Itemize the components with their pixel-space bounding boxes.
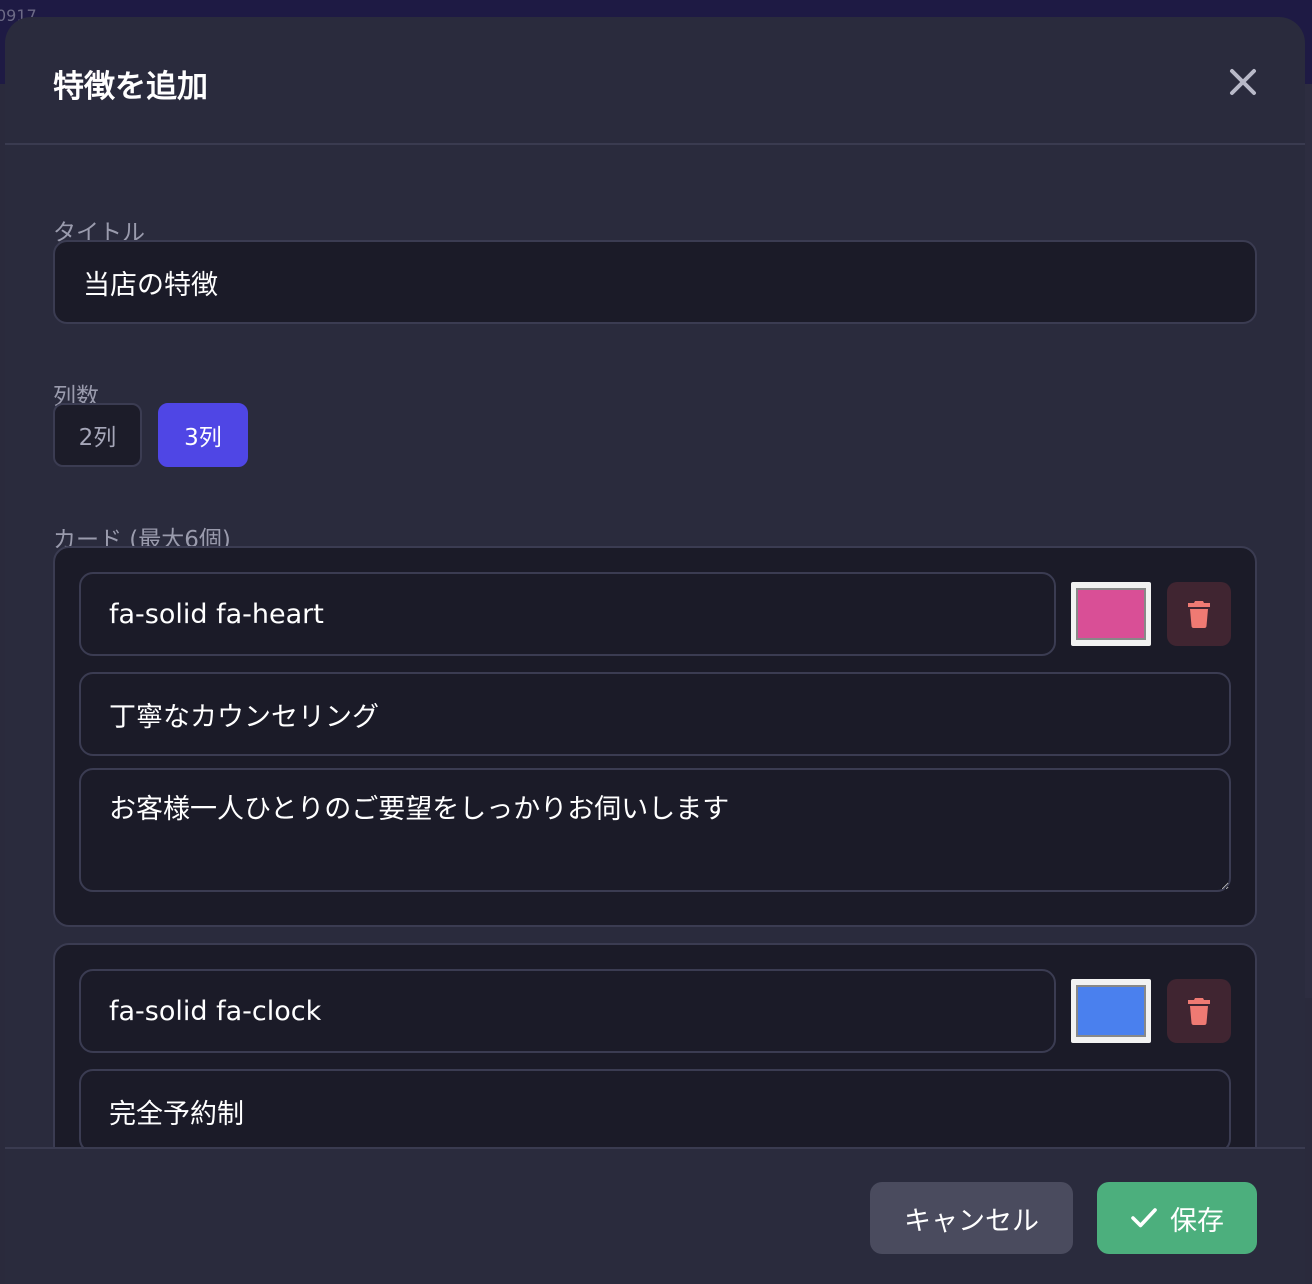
modal-header: 特徴を追加 <box>5 17 1305 145</box>
save-label: 保存 <box>1170 1205 1224 1237</box>
card-title-input[interactable] <box>79 1069 1231 1147</box>
close-button[interactable] <box>1223 62 1263 102</box>
card-description-input[interactable]: お客様一人ひとりのご要望をしっかりお伺いします <box>79 768 1231 892</box>
trash-body <box>1190 1006 1208 1025</box>
modal-footer: キャンセル 保存 <box>5 1147 1305 1284</box>
color-swatch <box>1076 985 1146 1037</box>
check-icon <box>1131 1208 1157 1228</box>
trash-icon <box>1188 998 1210 1025</box>
close-icon <box>1230 69 1256 95</box>
cancel-button[interactable]: キャンセル <box>870 1182 1073 1254</box>
title-input[interactable] <box>53 240 1257 324</box>
delete-card-button[interactable] <box>1167 979 1231 1043</box>
save-button[interactable]: 保存 <box>1097 1182 1257 1254</box>
feature-card: お客様一人ひとりのご要望をしっかりお伺いします <box>53 546 1257 927</box>
columns-option-2[interactable]: 2列 <box>53 403 142 467</box>
trash-lid <box>1188 601 1210 607</box>
trash-body <box>1190 609 1208 628</box>
color-swatch <box>1076 588 1146 640</box>
delete-card-button[interactable] <box>1167 582 1231 646</box>
add-feature-modal: 特徴を追加 タイトル 列数 2列 3列 カード (最大6個) <box>5 17 1305 1284</box>
trash-lid <box>1188 998 1210 1004</box>
backdrop-scrollbar <box>1304 84 1312 998</box>
color-picker[interactable] <box>1071 979 1151 1043</box>
card-title-input[interactable] <box>79 672 1231 756</box>
trash-icon <box>1188 601 1210 628</box>
icon-class-input[interactable] <box>79 572 1056 656</box>
cancel-label: キャンセル <box>904 1205 1039 1237</box>
feature-card <box>53 943 1257 1147</box>
icon-class-input[interactable] <box>79 969 1056 1053</box>
color-picker[interactable] <box>1071 582 1151 646</box>
modal-body[interactable]: タイトル 列数 2列 3列 カード (最大6個) お客様一人ひとりのご要望をしっ… <box>5 145 1305 1147</box>
modal-title: 特徴を追加 <box>53 69 208 105</box>
columns-option-3[interactable]: 3列 <box>158 403 248 467</box>
